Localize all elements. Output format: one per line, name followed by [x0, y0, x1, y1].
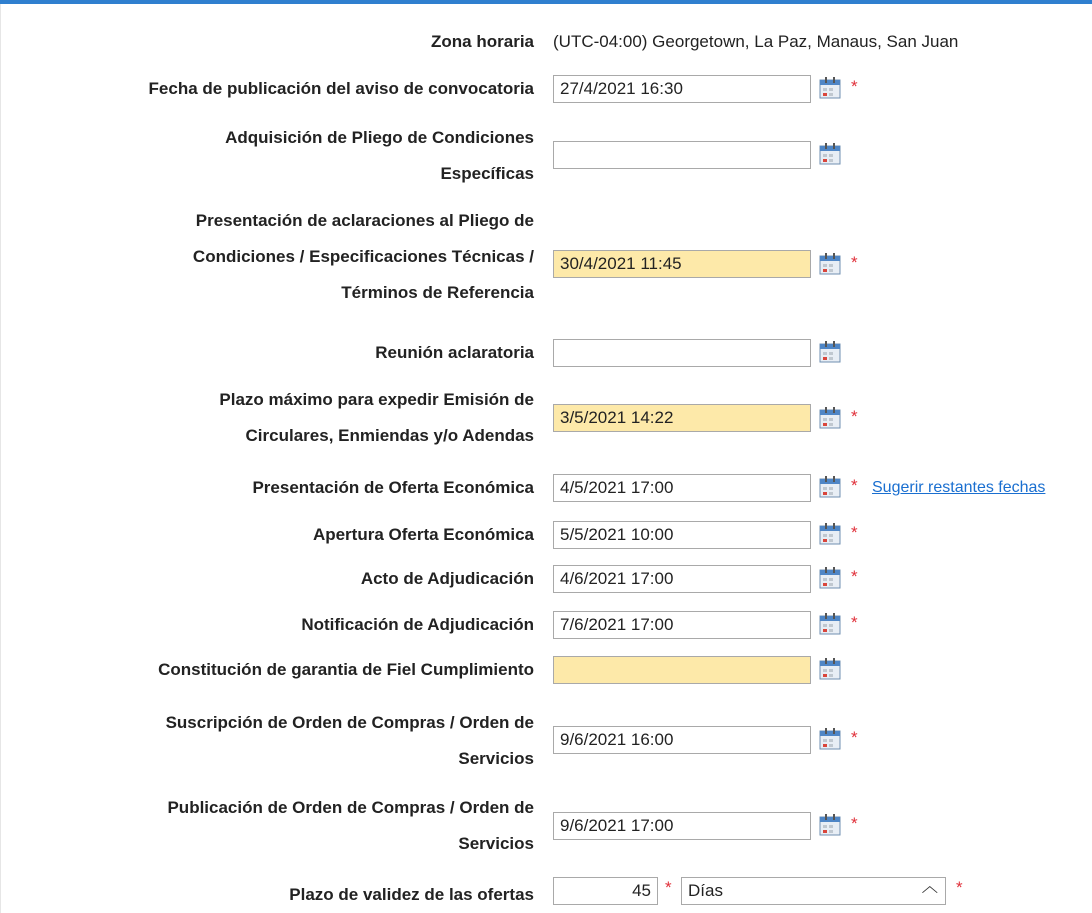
plazo-validez-label: Plazo de validez de las ofertas: [289, 885, 534, 904]
plazo-maximo-label: Plazo máximo para expedir Emisión de Circ…: [219, 390, 534, 445]
suscripcion-orden-label: Suscripción de Orden de Compras / Orden …: [165, 713, 534, 768]
adquisicion-pliego-input[interactable]: [553, 141, 811, 169]
presentacion-oferta-input[interactable]: [553, 474, 811, 502]
acto-adjudicacion-input[interactable]: [553, 565, 811, 593]
presentacion-oferta-label: Presentación de Oferta Económica: [252, 478, 534, 497]
apertura-oferta-label: Apertura Oferta Económica: [312, 525, 534, 544]
suscripcion-orden-input[interactable]: [553, 726, 811, 754]
row-plazo-validez: Plazo de validez de las ofertas * Días ⌵…: [0, 873, 1092, 909]
row-reunion-aclaratoria: Reunión aclaratoria: [0, 335, 1092, 371]
notificacion-adjudicacion-label: Notificación de Adjudicación: [301, 615, 534, 634]
calendar-icon[interactable]: [818, 340, 842, 364]
presentacion-aclaraciones-input[interactable]: [553, 250, 811, 278]
validity-amount-input[interactable]: [553, 877, 658, 905]
calendar-icon[interactable]: [818, 657, 842, 681]
suggest-dates-link[interactable]: Sugerir restantes fechas: [872, 479, 1045, 497]
row-presentacion-oferta: Presentación de Oferta Económica * Suger…: [0, 470, 1092, 506]
required-mark: *: [851, 407, 858, 426]
garantia-cumplimiento-label: Constitución de garantia de Fiel Cumplim…: [158, 660, 534, 679]
plazo-maximo-input[interactable]: [553, 404, 811, 432]
adquisicion-pliego-label: Adquisición de Pliego de Condiciones Espe…: [225, 128, 534, 183]
chevron-down-icon: ⌵: [921, 882, 939, 902]
validity-unit-select[interactable]: Días ⌵: [681, 877, 946, 905]
acto-adjudicacion-label: Acto de Adjudicación: [360, 569, 534, 588]
publicacion-orden-label: Publicación de Orden de Compras / Orden …: [167, 798, 534, 853]
calendar-icon[interactable]: [818, 612, 842, 636]
required-mark: *: [851, 814, 858, 833]
presentacion-aclaraciones-label: Presentación de aclaraciones al Pliego d…: [192, 211, 534, 302]
notificacion-adjudicacion-input[interactable]: [553, 611, 811, 639]
row-suscripcion-orden: Suscripción de Orden de Compras / Orden …: [0, 705, 1092, 777]
calendar-icon[interactable]: [818, 522, 842, 546]
reunion-aclaratoria-input[interactable]: [553, 339, 811, 367]
row-notificacion-adjudicacion: Notificación de Adjudicación *: [0, 607, 1092, 643]
row-adquisicion-pliego: Adquisición de Pliego de Condiciones Espe…: [0, 120, 1092, 192]
required-mark: *: [851, 728, 858, 747]
timezone-label: Zona horaria: [431, 32, 534, 51]
row-plazo-maximo: Plazo máximo para expedir Emisión de Circ…: [0, 382, 1092, 454]
calendar-icon[interactable]: [818, 252, 842, 276]
row-fecha-publicacion: Fecha de publicación del aviso de convoc…: [0, 71, 1092, 107]
apertura-oferta-input[interactable]: [553, 521, 811, 549]
required-mark: *: [851, 253, 858, 272]
validity-unit-value: Días: [688, 881, 723, 900]
calendar-icon[interactable]: [818, 813, 842, 837]
row-presentacion-aclaraciones: Presentación de aclaraciones al Pliego d…: [0, 203, 1092, 311]
garantia-cumplimiento-input[interactable]: [553, 656, 811, 684]
row-timezone: Zona horaria (UTC-04:00) Georgetown, La …: [0, 24, 1092, 60]
calendar-icon[interactable]: [818, 475, 842, 499]
required-mark: *: [851, 77, 858, 96]
calendar-icon[interactable]: [818, 76, 842, 100]
timezone-value: (UTC-04:00) Georgetown, La Paz, Manaus, …: [553, 32, 959, 51]
required-mark: *: [665, 878, 672, 897]
row-acto-adjudicacion: Acto de Adjudicación *: [0, 561, 1092, 597]
fecha-publicacion-input[interactable]: [553, 75, 811, 103]
row-garantia-cumplimiento: Constitución de garantia de Fiel Cumplim…: [0, 652, 1092, 688]
required-mark: *: [851, 523, 858, 542]
required-mark: *: [851, 613, 858, 632]
required-mark: *: [956, 878, 963, 897]
row-apertura-oferta: Apertura Oferta Económica *: [0, 517, 1092, 553]
row-publicacion-orden: Publicación de Orden de Compras / Orden …: [0, 790, 1092, 862]
required-mark: *: [851, 476, 858, 495]
required-mark: *: [851, 567, 858, 586]
publicacion-orden-input[interactable]: [553, 812, 811, 840]
calendar-icon[interactable]: [818, 566, 842, 590]
calendar-icon[interactable]: [818, 142, 842, 166]
calendar-icon[interactable]: [818, 406, 842, 430]
reunion-aclaratoria-label: Reunión aclaratoria: [375, 343, 534, 362]
fecha-publicacion-label: Fecha de publicación del aviso de convoc…: [148, 79, 534, 98]
calendar-icon[interactable]: [818, 727, 842, 751]
section-header-bar: [0, 0, 1092, 4]
